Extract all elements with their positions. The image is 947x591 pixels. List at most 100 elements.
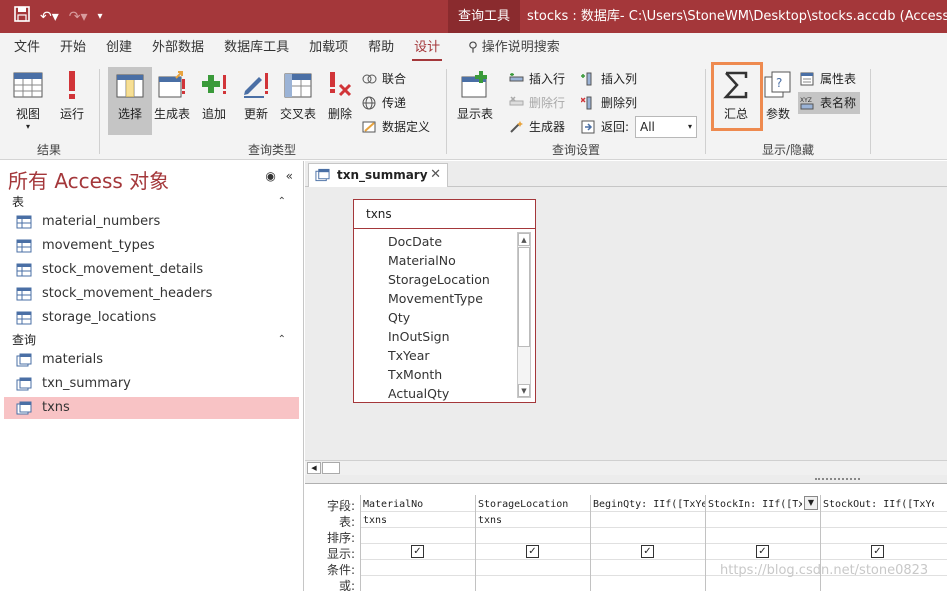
show-checkbox[interactable]: ✓ [871,545,884,558]
field-cell[interactable]: BeginQty: IIf([TxYe [591,497,705,513]
show-checkbox[interactable]: ✓ [526,545,539,558]
scroll-down-icon[interactable]: ▼ [518,384,530,397]
nav-item-query[interactable]: txn_summary [4,373,299,395]
grid-row-label: 字段: [326,499,355,513]
builder-button[interactable]: 生成器 [509,116,565,138]
nav-menu-icon[interactable]: ◉ [265,169,275,183]
undo-icon[interactable]: ↶▾ [40,7,59,27]
save-icon[interactable] [14,6,30,28]
delete-label: 删除 [327,107,352,121]
delete-rows-label: 删除行 [529,96,566,110]
grid-column[interactable]: MaterialNo txns ✓ [360,495,475,591]
delete-query-button[interactable]: 删除 [318,67,362,135]
field-list-item[interactable]: TxMonth [354,365,518,384]
tab-help[interactable]: 帮助 [358,33,404,63]
delete-rows-button[interactable]: 删除行 [509,92,565,114]
show-checkbox[interactable]: ✓ [641,545,654,558]
tell-me-search[interactable]: ⚲ 操作说明搜索 [450,33,570,63]
crosstab-label: 交叉表 [279,107,316,121]
table-cell[interactable]: txns [361,513,475,529]
nav-section-queries[interactable]: 查询 ⌃ [12,331,292,349]
field-list-item[interactable]: MovementType [354,289,518,308]
query-design-upper-pane: txns DocDate MaterialNo StorageLocation … [305,187,947,460]
field-list-window[interactable]: txns DocDate MaterialNo StorageLocation … [353,199,536,403]
collapse-icon: ⌃ [277,196,286,207]
nav-item-table[interactable]: stock_movement_details [4,259,299,281]
nav-item-query[interactable]: materials [4,349,299,371]
field-cell[interactable]: StockOut: IIf([TxYe [821,497,934,513]
table-icon [16,215,32,229]
show-checkbox[interactable]: ✓ [411,545,424,558]
customize-qat-icon[interactable]: ▾ [98,7,103,27]
delete-columns-button[interactable]: 删除列 [581,92,637,114]
show-table-button[interactable]: 显示表 [453,67,497,135]
insert-rows-icon [509,73,524,82]
nav-item-table[interactable]: material_numbers [4,211,299,233]
tab-design[interactable]: 设计 [404,33,450,63]
pane-splitter[interactable] [305,475,947,483]
exclamation-icon [69,71,75,99]
watermark: https://blog.csdn.net/stone0823 [720,563,929,578]
return-select[interactable]: All ▾ [635,116,697,138]
nav-item-label: storage_locations [42,310,157,325]
scroll-up-icon[interactable]: ▲ [518,233,530,246]
document-tab[interactable]: txn_summary ✕ [308,163,448,187]
field-list-item[interactable]: TxYear [354,346,518,365]
field-list-item[interactable]: Qty [354,308,518,327]
view-button[interactable]: 视图 ▾ [6,67,50,135]
nav-controls: ◉ « [265,169,293,183]
field-cell[interactable]: StockIn: IIf([Tx [706,497,802,513]
update-label: 更新 [243,107,268,121]
field-list-item[interactable]: MaterialNo [354,251,518,270]
make-table-icon [158,71,185,98]
union-button[interactable]: 联合 [362,68,406,90]
tab-file[interactable]: 文件 [0,33,50,63]
tab-create[interactable]: 创建 [96,33,142,63]
svg-text:XYZ: XYZ [800,97,812,104]
table-names-button[interactable]: XYZ 表名称 [798,92,861,114]
grid-column[interactable]: BeginQty: IIf([TxYe ✓ [590,495,705,591]
nav-item-table[interactable]: storage_locations [4,307,299,329]
data-definition-button[interactable]: 数据定义 [362,116,430,138]
property-sheet-button[interactable]: 属性表 [800,68,856,90]
nav-item-table[interactable]: stock_movement_headers [4,283,299,305]
field-list-item[interactable]: StorageLocation [354,270,518,289]
tab-home[interactable]: 开始 [50,33,96,63]
nav-section-label: 查询 [12,333,37,347]
append-label: 追加 [201,107,226,121]
grid-column[interactable]: StorageLocation txns ✓ [475,495,590,591]
field-list-scrollbar[interactable]: ▲ ▼ [517,232,531,398]
field-list-item[interactable]: DocDate [354,232,518,251]
close-icon[interactable]: ✕ [430,164,441,186]
horizontal-scrollbar[interactable]: ◀ [305,460,947,475]
make-table-button[interactable]: 生成表 [150,67,194,135]
insert-rows-button[interactable]: 插入行 [509,68,565,90]
field-cell[interactable]: StorageLocation [476,497,590,513]
nav-section-tables[interactable]: 表 ⌃ [12,193,292,211]
tab-database-tools[interactable]: 数据库工具 [214,33,299,63]
crosstab-button[interactable]: 交叉表 [276,67,320,135]
nav-item-table[interactable]: movement_types [4,235,299,257]
append-button[interactable]: 追加 [192,67,236,135]
chevron-down-icon[interactable]: ▼ [804,496,818,510]
nav-item-query-active[interactable]: txns [4,397,299,419]
select-query-button[interactable]: 选择 [108,67,152,135]
tab-external-data[interactable]: 外部数据 [142,33,214,63]
scroll-left-icon[interactable]: ◀ [307,462,321,474]
field-cell[interactable]: MaterialNo [361,497,475,513]
pass-through-button[interactable]: 传递 [362,92,406,114]
shutter-bar-icon[interactable]: « [286,169,293,183]
scroll-thumb[interactable] [322,462,340,474]
field-list-item[interactable]: ActualQty [354,384,518,403]
update-button[interactable]: 更新 [234,67,278,135]
table-cell[interactable]: txns [476,513,590,529]
nav-item-label: txns [42,400,70,415]
run-button[interactable]: 运行 [50,67,94,135]
show-checkbox[interactable]: ✓ [756,545,769,558]
field-list-item[interactable]: InOutSign [354,327,518,346]
scroll-thumb[interactable] [518,247,530,347]
insert-columns-button[interactable]: 插入列 [581,68,637,90]
redo-icon[interactable]: ↷▾ [69,7,88,27]
delete-rows-icon [509,96,524,106]
tab-addins[interactable]: 加载项 [299,33,358,63]
